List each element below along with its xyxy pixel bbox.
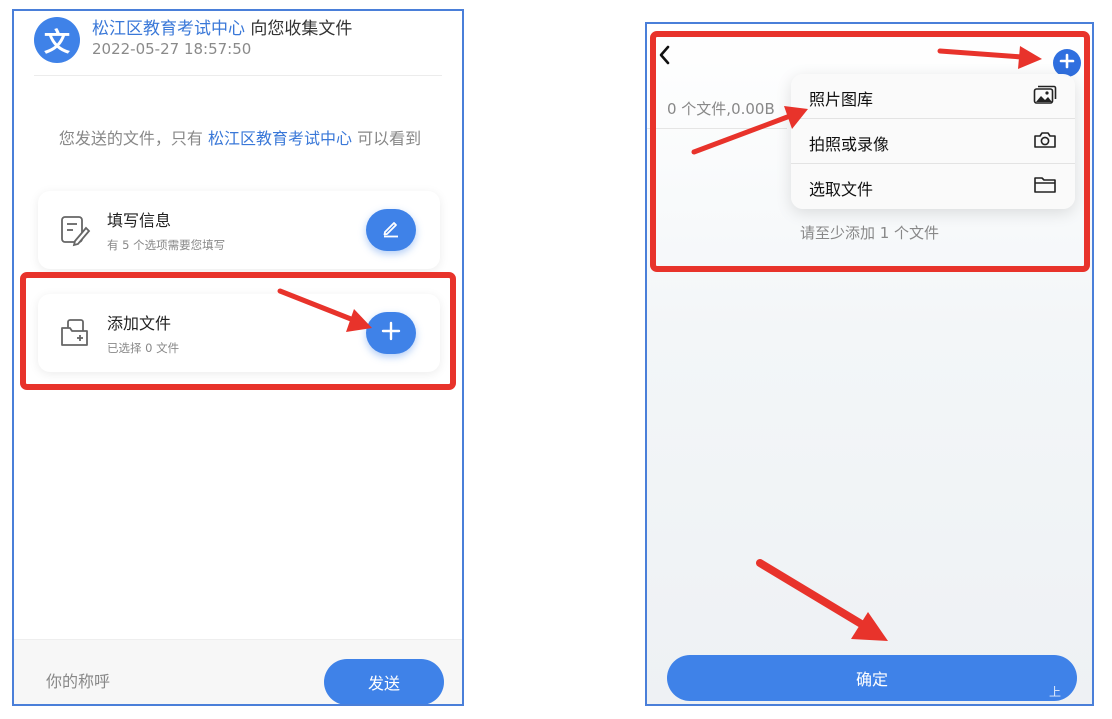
notice-suffix: 可以看到 — [352, 129, 422, 148]
file-divider — [647, 128, 787, 129]
menu-item-label: 拍照或录像 — [809, 135, 890, 154]
confirm-button[interactable]: 确定 — [667, 655, 1077, 701]
header-divider — [34, 75, 442, 76]
notice-org: 松江区教育考试中心 — [207, 129, 352, 148]
add-file-subtitle: 已选择 0 文件 — [107, 341, 180, 355]
left-phone-screen: 文 松江区教育考试中心 向您收集文件 2022-05-27 18:57:50 您… — [12, 9, 464, 706]
fill-info-title: 填写信息 — [107, 211, 172, 230]
header-timestamp: 2022-05-27 18:57:50 — [92, 40, 252, 58]
add-file-icon — [58, 316, 92, 350]
min-file-hint: 请至少添加 1 个文件 — [799, 224, 940, 242]
org-avatar: 文 — [34, 17, 80, 63]
menu-item-camera[interactable]: 拍照或录像 — [791, 119, 1075, 164]
right-phone-screen: 0 个文件,0.00B 照片图库 拍照或录像 选取文件 请至少添加 1 个文件 … — [645, 22, 1094, 706]
camera-icon — [1033, 130, 1057, 154]
collection-title: 松江区教育考试中心 向您收集文件 — [92, 14, 352, 39]
fill-info-card[interactable]: 填写信息 有 5 个选项需要您填写 — [38, 191, 440, 269]
add-file-card[interactable]: 添加文件 已选择 0 文件 — [38, 294, 440, 372]
menu-item-photo-library[interactable]: 照片图库 — [791, 74, 1075, 119]
name-input[interactable] — [44, 671, 248, 692]
send-button[interactable]: 发送 — [324, 659, 444, 704]
menu-item-label: 照片图库 — [809, 90, 874, 109]
form-edit-icon — [58, 213, 92, 247]
add-button[interactable] — [1053, 49, 1081, 77]
back-chevron-icon[interactable] — [657, 44, 671, 70]
menu-item-label: 选取文件 — [809, 180, 874, 199]
visibility-notice: 您发送的文件，只有 松江区教育考试中心 可以看到 — [54, 128, 426, 150]
plus-circle-icon — [1059, 53, 1075, 73]
add-file-title: 添加文件 — [107, 314, 172, 333]
add-file-button[interactable] — [366, 312, 416, 354]
menu-item-choose-file[interactable]: 选取文件 — [791, 164, 1075, 208]
avatar-glyph: 文 — [43, 27, 70, 58]
pencil-icon — [381, 218, 401, 242]
add-source-menu: 照片图库 拍照或录像 选取文件 — [791, 74, 1075, 209]
title-suffix: 向您收集文件 — [245, 19, 353, 39]
folder-icon — [1033, 175, 1057, 199]
plus-icon — [381, 321, 401, 345]
file-count: 0 个文件,0.00B — [667, 100, 775, 118]
edit-info-button[interactable] — [366, 209, 416, 251]
org-name: 松江区教育考试中心 — [92, 19, 245, 39]
watermark-text: 上 — [1049, 685, 1062, 699]
fill-info-subtitle: 有 5 个选项需要您填写 — [107, 238, 226, 252]
bottom-bar: 发送 — [14, 639, 462, 704]
notice-prefix: 您发送的文件，只有 — [58, 129, 208, 148]
photo-library-icon — [1033, 85, 1057, 109]
